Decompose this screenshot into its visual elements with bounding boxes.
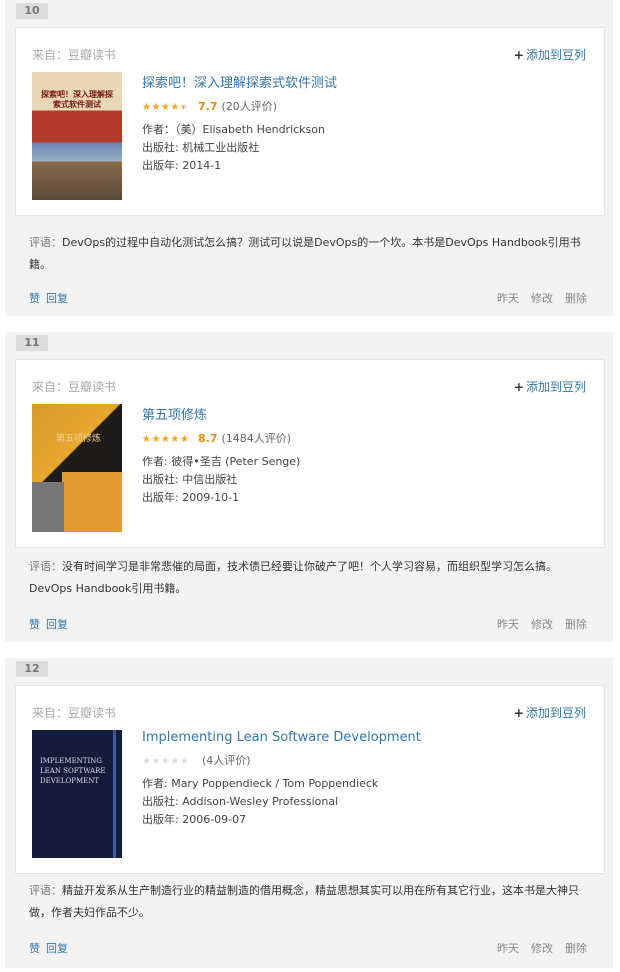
- star-rating-icon: ★★★★★★★★★★: [142, 755, 190, 767]
- timestamp: 昨天: [497, 942, 519, 955]
- book-cover[interactable]: 探索吧！深入理解探索式软件测试: [32, 72, 122, 200]
- plus-icon: +: [513, 380, 524, 394]
- rating-votes: (20人评价): [221, 100, 278, 113]
- book-publisher: 出版社: 机械工业出版社: [142, 141, 260, 154]
- cover-title: 探索吧！深入理解探索式软件测试: [41, 90, 113, 109]
- like-button[interactable]: 赞: [29, 618, 40, 631]
- plus-icon: +: [513, 48, 524, 62]
- book-title-link[interactable]: Implementing Lean Software Development: [142, 730, 421, 745]
- timestamp: 昨天: [497, 618, 519, 631]
- doulist-item: 10 来自：豆瓣读书 + 添加到豆列 探索吧！深入理解探索式软件测试 探索吧！深入…: [5, 0, 613, 316]
- item-index: 10: [16, 3, 48, 19]
- item-actions-right: 昨天 修改 删除: [485, 940, 587, 956]
- star-rating-icon: ★★★★★★★★★★: [142, 433, 190, 445]
- item-actions-left: 赞回复: [29, 290, 74, 306]
- book-card: 来自：豆瓣读书 + 添加到豆列 探索吧！深入理解探索式软件测试 探索吧！深入理解探…: [15, 27, 605, 216]
- reply-button[interactable]: 回复: [46, 292, 68, 305]
- source-name: 豆瓣读书: [68, 706, 117, 720]
- delete-button[interactable]: 删除: [565, 942, 587, 955]
- book-year: 出版年: 2014-1: [142, 159, 222, 172]
- comment-label: 评语：: [29, 560, 62, 573]
- edit-button[interactable]: 修改: [531, 942, 553, 955]
- book-title-link[interactable]: 第五项修炼: [142, 404, 300, 423]
- rating-votes: (1484人评价): [221, 432, 292, 445]
- add-label: 添加到豆列: [525, 380, 586, 394]
- book-info: Implementing Lean Software Development ★…: [142, 730, 421, 829]
- comment-text: 没有时间学习是非常悲催的局面，技术债已经要让你破产了吧！个人学习容易，而组织型学…: [29, 560, 557, 595]
- comment-label: 评语：: [29, 236, 62, 249]
- source: 来自：豆瓣读书: [32, 46, 116, 63]
- source: 来自：豆瓣读书: [32, 378, 116, 395]
- delete-button[interactable]: 删除: [565, 292, 587, 305]
- book-info: 第五项修炼 ★★★★★ ★★★★★ 8.7 (1484人评价) 作者: 彼得•圣吉 (…: [142, 404, 300, 507]
- book-publisher: 出版社: Addison-Wesley Professional: [142, 795, 339, 808]
- book-year: 出版年: 2006-09-07: [142, 813, 247, 826]
- doulist-item: 11 来自：豆瓣读书 + 添加到豆列 第五项修炼 第五项修炼 ★★★★★ ★★★★★…: [5, 332, 613, 642]
- rating-score: 7.7: [198, 100, 218, 113]
- rating: ★★★★★★★★★★ 7.7(20人评价): [142, 99, 337, 115]
- book-year: 出版年: 2009-10-1: [142, 491, 240, 504]
- add-label: 添加到豆列: [525, 48, 586, 62]
- comment-text: 精益开发系从生产制造行业的精益制造的借用概念，精益思想其实可以用在所有其它行业，…: [29, 884, 579, 919]
- rating-votes: (4人评价): [202, 754, 251, 767]
- book-cover[interactable]: 第五项修炼: [32, 404, 122, 532]
- doulist-item: 12 来自：豆瓣读书 + 添加到豆列 IMPLEMENTING LEAN SOFT…: [5, 658, 613, 968]
- rating: ★★★★★ ★★★★★ 8.7 (1484人评价): [142, 431, 300, 447]
- add-to-doulist-button[interactable]: + 添加到豆列: [514, 46, 586, 63]
- cover-title: IMPLEMENTING LEAN SOFTWARE DEVELOPMENT: [40, 757, 106, 785]
- like-button[interactable]: 赞: [29, 292, 40, 305]
- book-card: 来自：豆瓣读书 + 添加到豆列 第五项修炼 第五项修炼 ★★★★★ ★★★★★ 8.7…: [15, 359, 605, 548]
- book-author: 作者：（美）Elisabeth Hendrickson: [142, 123, 325, 136]
- source-name: 豆瓣读书: [68, 48, 117, 62]
- source-label: 来自：: [32, 48, 69, 62]
- comment: 评语：没有时间学习是非常悲催的局面，技术债已经要让你破产了吧！个人学习容易，而组…: [29, 556, 589, 600]
- edit-button[interactable]: 修改: [531, 292, 553, 305]
- source-name: 豆瓣读书: [68, 380, 117, 394]
- edit-button[interactable]: 修改: [531, 618, 553, 631]
- comment-label: 评语：: [29, 884, 62, 897]
- source: 来自：豆瓣读书: [32, 704, 116, 721]
- book-card: 来自：豆瓣读书 + 添加到豆列 IMPLEMENTING LEAN SOFTWAR…: [15, 685, 605, 874]
- source-label: 来自：: [32, 380, 69, 394]
- cover-title: 第五项修炼: [56, 434, 102, 444]
- book-author: 作者: 彼得•圣吉 (Peter Senge): [142, 455, 301, 468]
- comment: 评语：DevOps的过程中自动化测试怎么搞？测试可以说是DevOps的一个坎。本…: [29, 232, 589, 276]
- like-button[interactable]: 赞: [29, 942, 40, 955]
- item-index: 11: [16, 335, 48, 351]
- rating-score: 8.7: [198, 432, 218, 445]
- item-index: 12: [16, 661, 48, 677]
- add-to-doulist-button[interactable]: + 添加到豆列: [514, 378, 586, 395]
- book-title-link[interactable]: 探索吧！深入理解探索式软件测试: [142, 72, 337, 91]
- item-actions-left: 赞回复: [29, 616, 74, 632]
- item-actions-left: 赞回复: [29, 940, 74, 956]
- book-publisher: 出版社: 中信出版社: [142, 473, 238, 486]
- reply-button[interactable]: 回复: [46, 618, 68, 631]
- add-to-doulist-button[interactable]: + 添加到豆列: [514, 704, 586, 721]
- source-label: 来自：: [32, 706, 69, 720]
- book-cover[interactable]: IMPLEMENTING LEAN SOFTWARE DEVELOPMENT: [32, 730, 122, 858]
- add-label: 添加到豆列: [525, 706, 586, 720]
- delete-button[interactable]: 删除: [565, 618, 587, 631]
- comment-text: DevOps的过程中自动化测试怎么搞？测试可以说是DevOps的一个坎。本书是D…: [29, 236, 581, 271]
- reply-button[interactable]: 回复: [46, 942, 68, 955]
- comment: 评语：精益开发系从生产制造行业的精益制造的借用概念，精益思想其实可以用在所有其它…: [29, 880, 589, 924]
- book-info: 探索吧！深入理解探索式软件测试 ★★★★★★★★★★ 7.7(20人评价) 作者：…: [142, 72, 337, 175]
- timestamp: 昨天: [497, 292, 519, 305]
- item-actions-right: 昨天 修改 删除: [485, 290, 587, 306]
- item-actions-right: 昨天 修改 删除: [485, 616, 587, 632]
- plus-icon: +: [513, 706, 524, 720]
- book-author: 作者: Mary Poppendieck / Tom Poppendieck: [142, 777, 379, 790]
- star-rating-icon: ★★★★★★★★★★: [142, 101, 190, 113]
- rating: ★★★★★★★★★★ (4人评价): [142, 753, 421, 769]
